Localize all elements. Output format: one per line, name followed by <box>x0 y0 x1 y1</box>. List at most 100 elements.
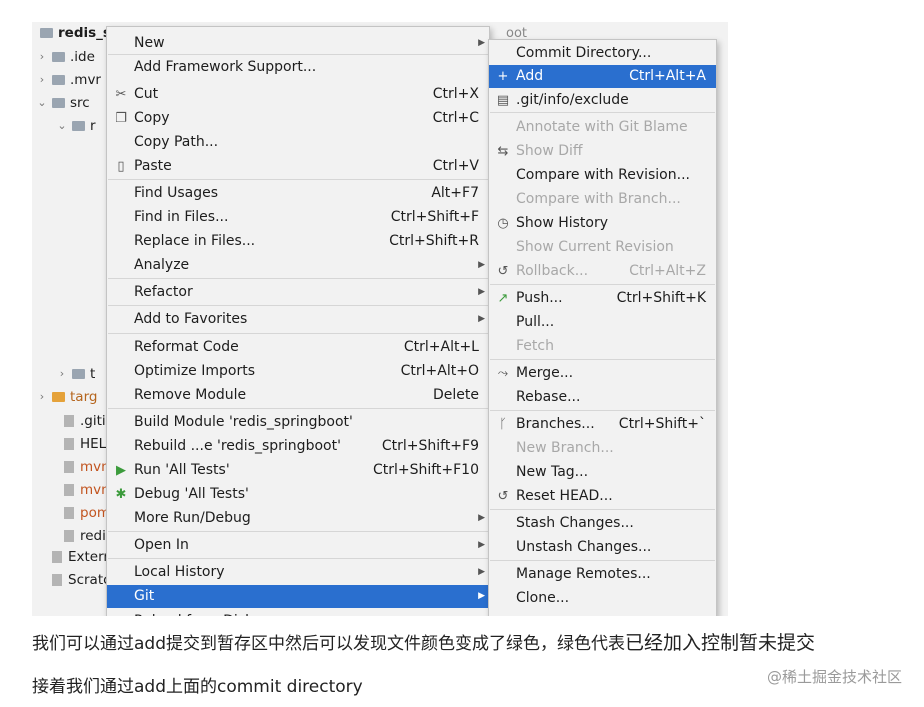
context-menu-item[interactable]: Reformat Code Ctrl+Alt+L <box>107 336 489 359</box>
file-icon <box>64 461 74 473</box>
git-submenu-item[interactable]: ▤ .git/info/exclude <box>489 89 716 112</box>
tree-row[interactable]: ⌄ src <box>36 92 89 114</box>
context-menu-item[interactable]: Add to Favorites ▶ <box>107 308 489 331</box>
tree-row[interactable]: › t <box>56 363 96 385</box>
folder-icon <box>52 98 65 108</box>
tree-row-label: r <box>90 118 96 134</box>
tree-root-label: redis_s <box>58 25 111 41</box>
reset-icon: ↺ <box>497 489 509 504</box>
git-submenu-item-label: Show Current Revision <box>516 239 674 255</box>
tree-row[interactable]: mvn <box>48 479 110 501</box>
context-menu-item[interactable]: Git ▶ <box>107 585 489 608</box>
context-menu-item[interactable]: ▶ Run 'All Tests' Ctrl+Shift+F10 <box>107 459 489 482</box>
tree-row[interactable]: pom <box>48 502 110 524</box>
context-menu-item[interactable]: Replace in Files... Ctrl+Shift+R <box>107 230 489 253</box>
menu-separator <box>490 284 715 285</box>
git-submenu-item[interactable]: Rebase... <box>489 386 716 409</box>
context-menu-item[interactable]: Remove Module Delete <box>107 384 489 407</box>
tree-root[interactable]: redis_s <box>36 22 111 44</box>
tree-row[interactable]: ⌄ r <box>56 115 96 137</box>
git-submenu-item[interactable]: ⤳ Merge... <box>489 362 716 385</box>
context-menu-item[interactable]: Find Usages Alt+F7 <box>107 182 489 205</box>
git-submenu-item[interactable]: Pull... <box>489 311 716 334</box>
git-submenu-item[interactable]: ◷ Show History <box>489 212 716 235</box>
expand-chevron-icon[interactable]: ⌄ <box>36 92 48 114</box>
context-menu-item[interactable]: ✱ Debug 'All Tests' <box>107 483 489 506</box>
tree-row[interactable]: redi <box>48 525 106 547</box>
context-menu-item[interactable]: Find in Files... Ctrl+Shift+F <box>107 206 489 229</box>
git-submenu-item[interactable]: Commit Directory... <box>489 42 716 65</box>
caption-line-1-a: 我们可以通过add提交到暂存区中然后可以发现文件颜色变成了绿色，绿色代表 <box>32 634 625 654</box>
git-submenu-item[interactable]: ⇆ Show Diff <box>489 140 716 163</box>
git-submenu-item[interactable]: ↺ Reset HEAD... <box>489 485 716 508</box>
file-icon <box>52 551 62 563</box>
context-menu-item[interactable]: Build Module 'redis_springboot' <box>107 411 489 434</box>
run-icon: ▶ <box>116 463 126 478</box>
context-menu-item[interactable]: Add Framework Support... <box>107 56 489 79</box>
context-menu-item-partial[interactable]: Reload from Disk <box>107 610 489 616</box>
git-submenu-item[interactable]: ↗ Push... Ctrl+Shift+K <box>489 287 716 310</box>
expand-chevron-icon[interactable]: ⌄ <box>56 115 68 137</box>
git-submenu-item[interactable]: New Tag... <box>489 461 716 484</box>
tree-row[interactable]: .gitig <box>48 410 114 432</box>
git-submenu-item-label: Merge... <box>516 365 574 381</box>
git-submenu-item[interactable]: Compare with Revision... <box>489 164 716 187</box>
git-file-icon: ▤ <box>496 93 510 108</box>
context-menu-item-shortcut: Alt+F7 <box>431 185 479 201</box>
tree-row[interactable]: › targ <box>36 386 98 408</box>
git-submenu-item[interactable]: ↺ Rollback... Ctrl+Alt+Z <box>489 260 716 283</box>
context-menu-item-shortcut: Ctrl+V <box>432 158 479 174</box>
git-submenu-item[interactable]: ᚴ Branches... Ctrl+Shift+` <box>489 413 716 436</box>
git-submenu-item[interactable]: Fetch <box>489 335 716 358</box>
context-menu-item-shortcut: Ctrl+Shift+R <box>389 233 479 249</box>
file-icon <box>64 484 74 496</box>
expand-chevron-icon[interactable]: › <box>56 363 68 385</box>
git-submenu-item-label: Push... <box>516 290 563 306</box>
context-menu-item[interactable]: Rebuild ...e 'redis_springboot' Ctrl+Shif… <box>107 435 489 458</box>
menu-separator <box>490 410 715 411</box>
context-menu-item[interactable]: Local History ▶ <box>107 561 489 584</box>
context-menu-item[interactable]: Analyze ▶ <box>107 254 489 277</box>
context-menu-item[interactable]: More Run/Debug ▶ <box>107 507 489 530</box>
git-submenu-item[interactable]: Manage Remotes... <box>489 563 716 586</box>
context-menu-item[interactable]: ❐ Copy Ctrl+C <box>107 107 489 130</box>
context-menu-item-label: Add to Favorites <box>134 311 248 327</box>
git-submenu-item-label: Show Diff <box>516 143 583 159</box>
context-menu-item[interactable]: ▯ Paste Ctrl+V <box>107 155 489 178</box>
git-submenu-item[interactable]: Show Current Revision <box>489 236 716 259</box>
context-menu-item[interactable]: ✂ Cut Ctrl+X <box>107 83 489 106</box>
context-menu-item[interactable]: New ▶ <box>107 32 489 55</box>
context-menu-item-shortcut: Ctrl+Alt+O <box>400 363 479 379</box>
git-submenu-item[interactable]: + Add Ctrl+Alt+A <box>489 65 716 88</box>
expand-chevron-icon[interactable]: › <box>36 46 48 68</box>
tree-row[interactable]: HEL <box>48 433 106 455</box>
git-submenu-item-label: Compare with Revision... <box>516 167 690 183</box>
context-menu-item[interactable]: Refactor ▶ <box>107 281 489 304</box>
git-submenu-item[interactable]: Unstash Changes... <box>489 536 716 559</box>
tree-row-label: redi <box>80 528 106 544</box>
git-submenu-item[interactable]: Annotate with Git Blame <box>489 116 716 139</box>
menu-separator <box>108 333 488 334</box>
folder-icon <box>52 52 65 62</box>
menu-separator <box>490 359 715 360</box>
git-submenu-item[interactable]: Clone... <box>489 587 716 610</box>
tree-row[interactable]: › .mvr <box>36 69 101 91</box>
context-menu-item-shortcut: Ctrl+C <box>432 110 479 126</box>
context-menu-item[interactable]: Optimize Imports Ctrl+Alt+O <box>107 360 489 383</box>
git-submenu-item-label: Stash Changes... <box>516 515 634 531</box>
expand-chevron-icon[interactable]: › <box>36 386 48 408</box>
git-submenu-item-label: Add <box>516 68 544 84</box>
expand-chevron-icon[interactable]: › <box>36 69 48 91</box>
context-menu-item[interactable]: Copy Path... <box>107 131 489 154</box>
context-menu-item-label: Refactor <box>134 284 193 300</box>
context-menu-item[interactable]: Open In ▶ <box>107 534 489 557</box>
git-submenu-item[interactable]: Stash Changes... <box>489 512 716 535</box>
diff-icon: ⇆ <box>497 144 509 159</box>
git-submenu-item[interactable]: New Branch... <box>489 437 716 460</box>
tree-row[interactable]: mvn <box>48 456 110 478</box>
git-submenu-item-label: Clone... <box>516 590 570 606</box>
tree-row[interactable]: › .ide <box>36 46 95 68</box>
context-menu-item-label: Add Framework Support... <box>134 59 317 75</box>
context-menu-item-label: Remove Module <box>134 387 247 403</box>
git-submenu-item[interactable]: Compare with Branch... <box>489 188 716 211</box>
